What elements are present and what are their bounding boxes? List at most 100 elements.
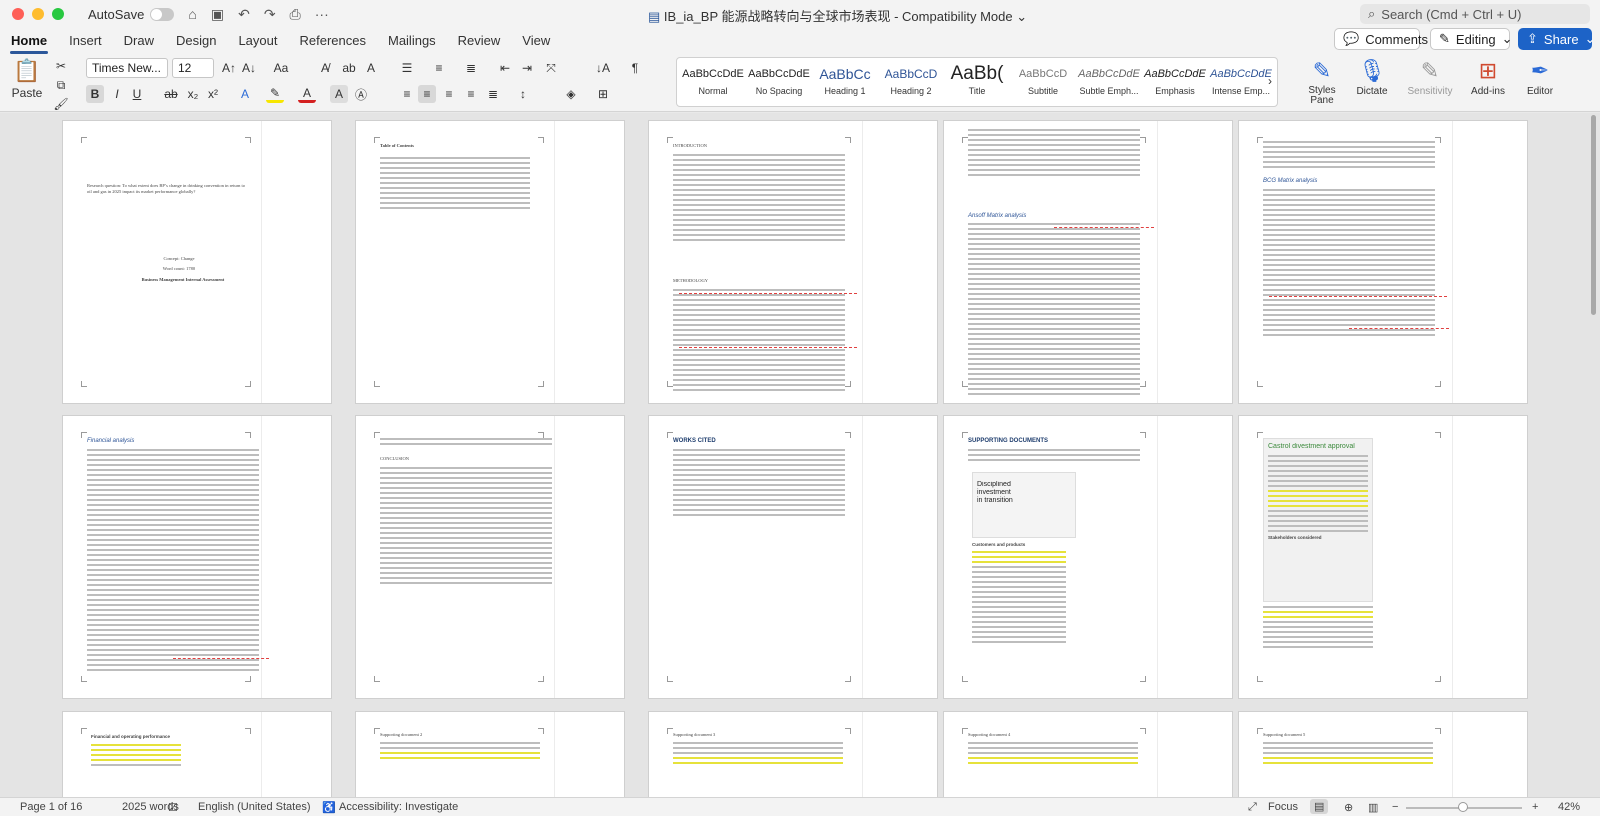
home-icon[interactable]: ⌂	[188, 6, 196, 22]
font-color-icon[interactable]: A	[298, 85, 316, 103]
comment-anchor[interactable]	[173, 658, 269, 659]
editor-button[interactable]: ✒ Editor	[1516, 56, 1564, 97]
page-4[interactable]: Ansoff Matrix analysis	[943, 120, 1233, 404]
line-spacing-icon[interactable]: ↕	[514, 85, 532, 103]
page-1[interactable]: Research question: To what extent does B…	[62, 120, 332, 404]
comment-anchor[interactable]	[1054, 227, 1154, 228]
page-6[interactable]: Financial analysis	[62, 415, 332, 699]
page-9[interactable]: SUPPORTING DOCUMENTS Disciplined investm…	[943, 415, 1233, 699]
borders-icon[interactable]: ⊞	[594, 85, 612, 103]
cut-icon[interactable]: ✂	[52, 57, 70, 75]
format-painter-icon[interactable]: 🖌	[52, 95, 70, 113]
italic-icon[interactable]: I	[108, 85, 126, 103]
styles-pane-button[interactable]: ✎ Styles Pane	[1298, 56, 1346, 106]
clear-format-icon[interactable]: A̸	[316, 59, 334, 77]
zoom-window-button[interactable]	[52, 8, 64, 20]
shading-icon[interactable]: A	[330, 85, 348, 103]
style-subtitle[interactable]: AaBbCcD Subtitle	[1011, 62, 1075, 102]
proofing-icon[interactable]: ☑	[168, 801, 178, 814]
comment-anchor[interactable]	[1349, 328, 1449, 329]
tab-mailings[interactable]: Mailings	[377, 28, 447, 54]
paste-button[interactable]: 📋 Paste	[10, 58, 44, 100]
chevron-right-icon[interactable]: ›	[1261, 72, 1279, 90]
style-heading-2[interactable]: AaBbCcD Heading 2	[879, 62, 943, 102]
style-heading-1[interactable]: AaBbCc Heading 1	[813, 62, 877, 102]
text-effects-icon[interactable]: A	[236, 85, 254, 103]
align-right-icon[interactable]: ≡	[440, 85, 458, 103]
save-icon[interactable]: ▣	[211, 6, 224, 23]
style-no-spacing[interactable]: AaBbCcDdE No Spacing	[747, 62, 811, 102]
comment-anchor[interactable]	[1269, 296, 1447, 297]
read-mode-icon[interactable]: ▥	[1368, 801, 1378, 814]
page-13[interactable]: Supporting document 3	[648, 711, 938, 797]
numbering-icon[interactable]: ≡	[430, 59, 448, 77]
undo-icon[interactable]: ↶	[238, 6, 250, 23]
superscript-icon[interactable]: x²	[204, 85, 222, 103]
document-title[interactable]: ▤ IB_ia_BP 能源战略转向与全球市场表现 - Compatibility…	[648, 6, 1027, 25]
sort-icon[interactable]: ↓A	[594, 59, 612, 77]
search-box[interactable]: ⌕ Search (Cmd + Ctrl + U)	[1360, 4, 1590, 24]
document-canvas[interactable]: Research question: To what extent does B…	[0, 113, 1600, 797]
comment-anchor[interactable]	[679, 347, 857, 348]
tab-view[interactable]: View	[511, 28, 561, 54]
page-7[interactable]: CONCLUSION	[355, 415, 625, 699]
comments-button[interactable]: 💬 Comments	[1334, 28, 1428, 50]
page-3[interactable]: INTRODUCTION METHODOLOGY	[648, 120, 938, 404]
shrink-font-icon[interactable]: A↓	[240, 59, 258, 77]
tab-insert[interactable]: Insert	[58, 28, 113, 54]
accessibility-status[interactable]: Accessibility: Investigate	[339, 801, 458, 813]
add-ins-button[interactable]: ⊞ Add-ins	[1464, 56, 1512, 97]
comment-anchor[interactable]	[679, 293, 857, 294]
asian-layout-icon[interactable]: ⤧	[542, 59, 560, 77]
align-left-icon[interactable]: ≡	[398, 85, 416, 103]
web-layout-icon[interactable]: ⊕	[1344, 801, 1353, 814]
justify-icon[interactable]: ≡	[462, 85, 480, 103]
fill-icon[interactable]: ◈	[562, 85, 580, 103]
change-case-icon[interactable]: Aa	[272, 59, 290, 77]
copy-icon[interactable]: ⧉	[52, 76, 70, 94]
grow-font-icon[interactable]: A↑	[220, 59, 238, 77]
style-emphasis[interactable]: AaBbCcDdE Emphasis	[1143, 62, 1207, 102]
zoom-slider-thumb[interactable]	[1458, 802, 1468, 812]
page-10[interactable]: Castrol divestment approval Stakeholders…	[1238, 415, 1528, 699]
align-center-icon[interactable]: ≡	[418, 85, 436, 103]
sensitivity-button[interactable]: ✎ Sensitivity	[1406, 56, 1454, 97]
increase-indent-icon[interactable]: ⇥	[518, 59, 536, 77]
subscript-icon[interactable]: x₂	[184, 85, 202, 103]
redo-icon[interactable]: ↷	[264, 6, 276, 23]
page-2[interactable]: Table of Contents	[355, 120, 625, 404]
autosave-toggle[interactable]	[150, 7, 175, 21]
page-12[interactable]: Supporting document 2	[355, 711, 625, 797]
close-window-button[interactable]	[12, 8, 24, 20]
vertical-scrollbar[interactable]	[1590, 113, 1598, 797]
text-box-icon[interactable]: A	[362, 59, 380, 77]
dictate-button[interactable]: 🎙 Dictate	[1348, 56, 1396, 97]
bullets-icon[interactable]: ☰	[398, 59, 416, 77]
phonetic-icon[interactable]: ab	[340, 59, 358, 77]
highlight-icon[interactable]: ✎	[266, 85, 284, 103]
page-5[interactable]: BCG Matrix analysis	[1238, 120, 1528, 404]
page-8[interactable]: WORKS CITED	[648, 415, 938, 699]
page-11[interactable]: Financial and operating performance	[62, 711, 332, 797]
focus-button[interactable]: Focus	[1268, 801, 1298, 813]
decrease-indent-icon[interactable]: ⇤	[496, 59, 514, 77]
distributed-icon[interactable]: ≣	[484, 85, 502, 103]
tab-home[interactable]: Home	[0, 28, 58, 54]
share-button[interactable]: ⇪ Share ⌄	[1518, 28, 1596, 50]
tab-review[interactable]: Review	[447, 28, 512, 54]
multilevel-list-icon[interactable]: ≣	[462, 59, 480, 77]
print-layout-icon[interactable]: ▤	[1310, 799, 1329, 814]
zoom-level[interactable]: 42%	[1558, 801, 1580, 813]
minimize-window-button[interactable]	[32, 8, 44, 20]
style-subtle-emphasis[interactable]: AaBbCcDdE Subtle Emph...	[1077, 62, 1141, 102]
enclose-icon[interactable]: Ⓐ	[352, 85, 370, 103]
style-title[interactable]: AaBb(Title	[945, 62, 1009, 102]
style-normal[interactable]: AaBbCcDdE Normal	[681, 62, 745, 102]
scrollbar-thumb[interactable]	[1591, 115, 1596, 315]
page-14[interactable]: Supporting document 4	[943, 711, 1233, 797]
font-size-select[interactable]: 12	[172, 58, 214, 78]
zoom-in-icon[interactable]: +	[1532, 801, 1538, 813]
underline-icon[interactable]: U	[128, 85, 146, 103]
print-icon[interactable]: ⎙	[290, 6, 301, 23]
zoom-out-icon[interactable]: −	[1392, 801, 1398, 813]
